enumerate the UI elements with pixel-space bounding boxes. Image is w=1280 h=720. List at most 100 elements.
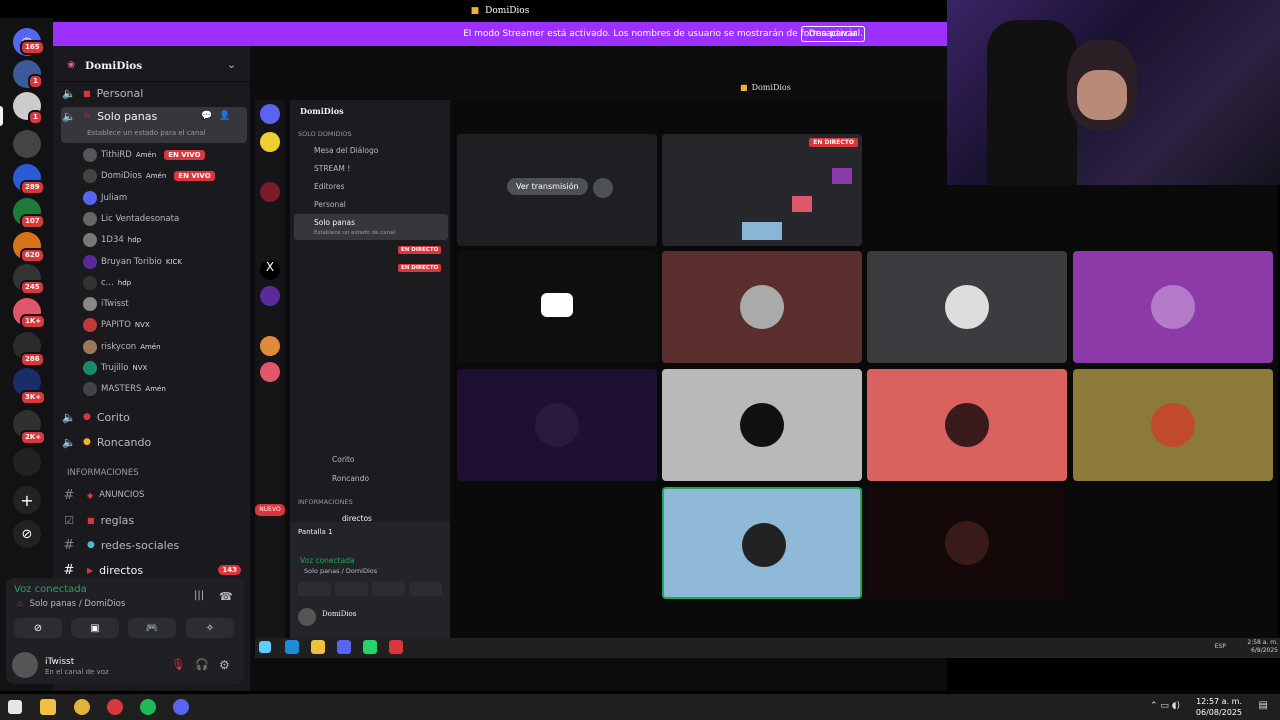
tray-icons[interactable]: ⌃ ▭ ◖) — [1150, 701, 1180, 711]
server-icon[interactable] — [13, 448, 41, 476]
soundboard-button[interactable]: ✧ — [186, 618, 234, 638]
camera-off-button[interactable]: ⊘ — [14, 618, 62, 638]
voice-user[interactable]: Lic Ventadesonata — [83, 210, 179, 228]
text-channel-reglas[interactable]: ☑ ■ reglas — [61, 509, 247, 531]
voice-user[interactable]: c... hdp — [83, 274, 131, 292]
soundboard-icon[interactable]: ||| — [194, 590, 204, 601]
stream-options-icon — [593, 178, 613, 198]
user-tile — [662, 369, 862, 481]
voice-channel-solo-panas[interactable]: 🔈 ♨ Solo panas 💬 👤 Establece un estado p… — [61, 107, 247, 143]
avatar — [83, 361, 97, 375]
server-icon-small: ❀ — [67, 60, 76, 71]
chat-icon[interactable]: 💬 — [201, 111, 212, 121]
discord-logo-icon — [541, 293, 573, 317]
speaker-icon: 🔈 — [62, 410, 76, 424]
text-channel-anuncios[interactable]: # ◆ ANUNCIOS — [61, 484, 247, 506]
user-tile — [1073, 251, 1273, 363]
voice-channel-path[interactable]: Solo panas / DomiDios — [30, 599, 126, 609]
user-name: riskycon — [101, 341, 137, 352]
screen-share-button[interactable]: ▣ — [71, 618, 119, 638]
unread-badge: 2K+ — [20, 430, 47, 445]
user-tile — [662, 251, 862, 363]
channel-name: directos — [99, 563, 144, 577]
thumbnail-cell — [832, 168, 852, 184]
settings-gear-icon[interactable]: ⚙ — [219, 658, 230, 672]
inner-taskbar: ESP 2:58 a. m. 6/8/2025 — [255, 638, 1280, 658]
voice-channel-corito[interactable]: 🔈 ● Corito — [61, 406, 247, 428]
user-tile — [457, 251, 657, 363]
inner-channel-status: Establece un estado de canal — [314, 230, 395, 236]
emoji-icon: ■ — [83, 88, 91, 98]
voice-channel-personal[interactable]: 🔈 ■ Personal — [61, 82, 247, 104]
user-name: PAPITO — [101, 320, 131, 331]
inner-window-title: DomiDios — [751, 83, 791, 92]
streamer-mode-banner: El modo Streamer está activado. Los nomb… — [53, 22, 947, 46]
voice-channel-roncando[interactable]: 🔈 ● Roncando — [61, 431, 247, 453]
emoji-icon: ● — [87, 540, 95, 550]
server-icon — [260, 362, 280, 382]
app-icon[interactable] — [107, 699, 123, 715]
server-name: DomiDios — [85, 60, 143, 72]
user-tag: Amén — [145, 385, 166, 394]
discord-icon[interactable] — [173, 699, 189, 715]
voice-user[interactable]: 1D34 hdp — [83, 231, 141, 249]
voice-user[interactable]: DomiDios Amén EN VIVO — [83, 167, 215, 185]
windows-start-icon[interactable] — [8, 700, 22, 714]
channel-status[interactable]: Establece un estado para el canal — [87, 129, 206, 137]
avatar[interactable] — [12, 652, 38, 678]
inner-server-rail: X NUEVO — [255, 100, 285, 640]
discover-icon[interactable]: ⊘ — [13, 520, 41, 548]
voice-user[interactable]: Bruyan Toribio KICK — [83, 253, 182, 271]
chevron-down-icon[interactable]: ⌄ — [227, 58, 236, 71]
inner-category: INFORMACIONES — [298, 498, 353, 506]
chrome-icon[interactable] — [74, 699, 90, 715]
server-icon[interactable] — [13, 130, 41, 158]
notification-icon[interactable]: ▤ — [1259, 700, 1268, 711]
unread-badge: 620 — [20, 248, 45, 263]
folder-icon — [311, 640, 325, 654]
unread-badge: 245 — [20, 280, 45, 295]
file-explorer-icon[interactable] — [40, 699, 56, 715]
server-header[interactable]: ❀ DomiDios ⌄ — [53, 52, 250, 82]
voice-user[interactable]: PAPITO NVX — [83, 316, 150, 334]
emoji-icon: ♨ — [83, 110, 92, 120]
windows-taskbar: ⌃ ▭ ◖) 12:57 a. m. 06/08/2025 ▤ — [0, 694, 1280, 720]
speaker-icon: 🔈 — [62, 86, 76, 100]
user-tag: Amén — [145, 172, 167, 181]
headphones-icon[interactable]: 🎧 — [195, 658, 209, 671]
voice-user[interactable]: MASTERS Amén — [83, 380, 166, 398]
voice-user[interactable]: TithiRD Amén EN VIVO — [83, 146, 205, 164]
window-title: DomiDios — [485, 6, 530, 16]
edge-icon — [285, 640, 299, 654]
avatar — [83, 254, 97, 269]
spotify-icon[interactable] — [140, 699, 156, 715]
inner-lang: ESP — [1214, 643, 1226, 650]
voice-user[interactable]: iTwisst — [83, 295, 129, 313]
avatar — [83, 233, 97, 248]
clock-date[interactable]: 06/08/2025 — [1196, 707, 1242, 718]
unread-badge: 286 — [20, 352, 45, 367]
username[interactable]: iTwisst — [45, 657, 74, 667]
add-user-icon[interactable]: 👤 — [219, 111, 230, 121]
activities-button[interactable]: 🎮 — [128, 618, 176, 638]
voice-user[interactable]: Juliam — [83, 189, 127, 207]
add-server-icon[interactable]: + — [13, 486, 41, 514]
category-header[interactable]: INFORMACIONES — [67, 468, 139, 478]
user-tag: Amén — [140, 342, 161, 351]
text-channel-redes-sociales[interactable]: # ● redes-sociales — [61, 534, 247, 556]
server-icon — [260, 132, 280, 152]
inner-server-name: DomiDios — [300, 106, 344, 116]
voice-status[interactable]: Voz conectada — [14, 584, 87, 595]
live-stream-tile: EN DIRECTO — [662, 134, 862, 246]
speaking-user-tile — [662, 487, 862, 599]
inner-channel-sidebar: DomiDios SOLO DOMIDIOS Mesa del Diálogo … — [290, 100, 450, 638]
mic-muted-icon[interactable]: 🎙 — [171, 658, 185, 671]
unread-badge: 1 — [28, 110, 43, 125]
voice-user[interactable]: Trujillo NVX — [83, 359, 147, 377]
user-tile — [867, 369, 1067, 481]
clock-time[interactable]: 12:57 a. m. — [1196, 696, 1242, 707]
disconnect-icon[interactable]: ☎ — [219, 590, 233, 603]
voice-user[interactable]: riskycon Amén — [83, 338, 161, 356]
deactivate-button[interactable]: Desactivar — [800, 26, 865, 42]
user-avatar — [1151, 285, 1195, 329]
